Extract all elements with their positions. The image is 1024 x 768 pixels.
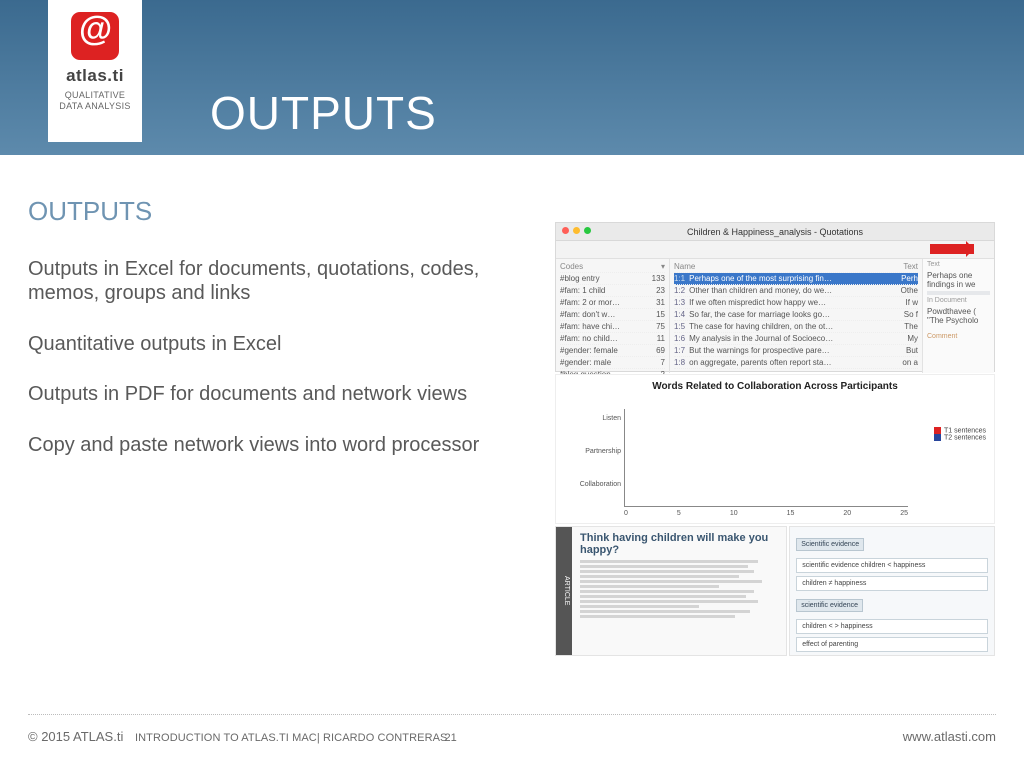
traffic-lights (562, 227, 591, 234)
chart-category: Partnership (585, 448, 625, 455)
bullet-4: Copy and paste network views into word p… (28, 433, 508, 457)
detail-text: findings in we (927, 280, 990, 289)
chart-plot-area: Listen Partnership Collaboration (624, 409, 908, 507)
list-item: 1:3If we often mispredict how happy we…I… (674, 297, 918, 309)
window-title: Children & Happiness_analysis - Quotatio… (687, 227, 863, 237)
list-item: 1:7But the warnings for prospective pare… (674, 345, 918, 357)
copyright: © 2015 ATLAS.ti (28, 729, 123, 744)
screenshot-mocks: Children & Happiness_analysis - Quotatio… (555, 222, 995, 656)
chart-category: Listen (602, 415, 625, 422)
list-item: 1:5The case for having children, on the … (674, 321, 918, 333)
code-row: #gender: male7 (560, 357, 665, 369)
detail-text: Perhaps one (927, 271, 990, 280)
network-view-mock: Scientific evidence scientific evidence … (789, 526, 995, 656)
chart-xticks: 0510152025 (624, 510, 908, 517)
article-mock: ARTICLE Think having children will make … (555, 526, 787, 656)
bar-chart-mock: Words Related to Collaboration Across Pa… (555, 374, 995, 524)
detail-text: "The Psycholo (927, 316, 990, 325)
code-row: #blog entry133 (560, 273, 665, 285)
network-node: children < > happiness (796, 619, 988, 634)
footer-divider (28, 714, 996, 715)
close-icon (562, 227, 569, 234)
codes-sidebar: Codes▾ #blog entry133 #fam: 1 child23 #f… (556, 259, 670, 373)
breadcrumb: INTRODUCTION TO ATLAS.TI MAC| RICARDO CO… (135, 732, 448, 744)
code-row: #fam: 1 child23 (560, 285, 665, 297)
bullet-1: Outputs in Excel for documents, quotatio… (28, 257, 508, 306)
list-item: 1:2Other than children and money, do we…… (674, 285, 918, 297)
arrow-icon (930, 244, 974, 254)
window-titlebar: Children & Happiness_analysis - Quotatio… (556, 223, 994, 241)
window-toolbar (556, 241, 994, 259)
quotations-list: Name Text 1:1Perhaps one of the most surp… (670, 259, 922, 373)
footer-url: www.atlasti.com (903, 729, 996, 744)
list-item: 1:6My analysis in the Journal of Socioec… (674, 333, 918, 345)
header-band: @ atlas.ti QUALITATIVE DATA ANALYSIS OUT… (0, 0, 1024, 155)
bullet-2: Quantitative outputs in Excel (28, 332, 508, 356)
pdf-network-mock: ARTICLE Think having children will make … (555, 526, 995, 656)
detail-comment-header: Comment (927, 333, 990, 340)
code-row: #fam: have chi…75 (560, 321, 665, 333)
logo-subtitle: QUALITATIVE DATA ANALYSIS (54, 90, 136, 112)
article-headline: Think having children will make you happ… (580, 533, 778, 556)
at-icon: @ (79, 10, 112, 49)
code-row: #fam: 2 or mor…31 (560, 297, 665, 309)
network-node: effect of parenting (796, 637, 988, 652)
bullet-3: Outputs in PDF for documents and network… (28, 382, 508, 406)
code-row: #fam: no child…11 (560, 333, 665, 345)
logo: @ atlas.ti QUALITATIVE DATA ANALYSIS (48, 0, 142, 142)
list-item: 1:8on aggregate, parents often report st… (674, 357, 918, 369)
list-item: 1:4So far, the case for marriage looks g… (674, 309, 918, 321)
minimize-icon (573, 227, 580, 234)
code-row: #fam: don't w…15 (560, 309, 665, 321)
logo-brand: atlas.ti (54, 66, 136, 86)
logo-mark: @ (71, 12, 119, 60)
name-header: Name (674, 262, 695, 271)
detail-panel: Text Perhaps one findings in we In Docum… (922, 259, 994, 373)
code-row: #gender: female69 (560, 345, 665, 357)
network-node: scientific evidence children < happiness (796, 558, 988, 573)
text-header: Text (903, 262, 918, 271)
article-side-label: ARTICLE (556, 527, 572, 655)
chart-title: Words Related to Collaboration Across Pa… (566, 381, 984, 392)
footer-left: © 2015 ATLAS.ti INTRODUCTION TO ATLAS.TI… (28, 729, 457, 744)
codes-header: Codes (560, 262, 583, 271)
list-item: 1:1Perhaps one of the most surprising fi… (674, 273, 918, 285)
chart-legend: T1 sentences T2 sentences (934, 427, 986, 442)
page-number: 21 (445, 732, 457, 744)
quotations-window-mock: Children & Happiness_analysis - Quotatio… (555, 222, 995, 372)
bullets: Outputs in Excel for documents, quotatio… (28, 257, 508, 457)
detail-header: Text (927, 261, 990, 268)
network-node: children ≠ happiness (796, 576, 988, 591)
slide-title: OUTPUTS (210, 86, 437, 140)
zoom-icon (584, 227, 591, 234)
network-tag: scientific evidence (796, 599, 863, 612)
article-body-placeholder (580, 560, 778, 618)
chart-category: Collaboration (580, 481, 625, 488)
detail-text: Powdthavee ( (927, 307, 990, 316)
network-tag: Scientific evidence (796, 538, 864, 551)
footer: © 2015 ATLAS.ti INTRODUCTION TO ATLAS.TI… (28, 714, 996, 744)
detail-doc-header: In Document (927, 297, 990, 304)
